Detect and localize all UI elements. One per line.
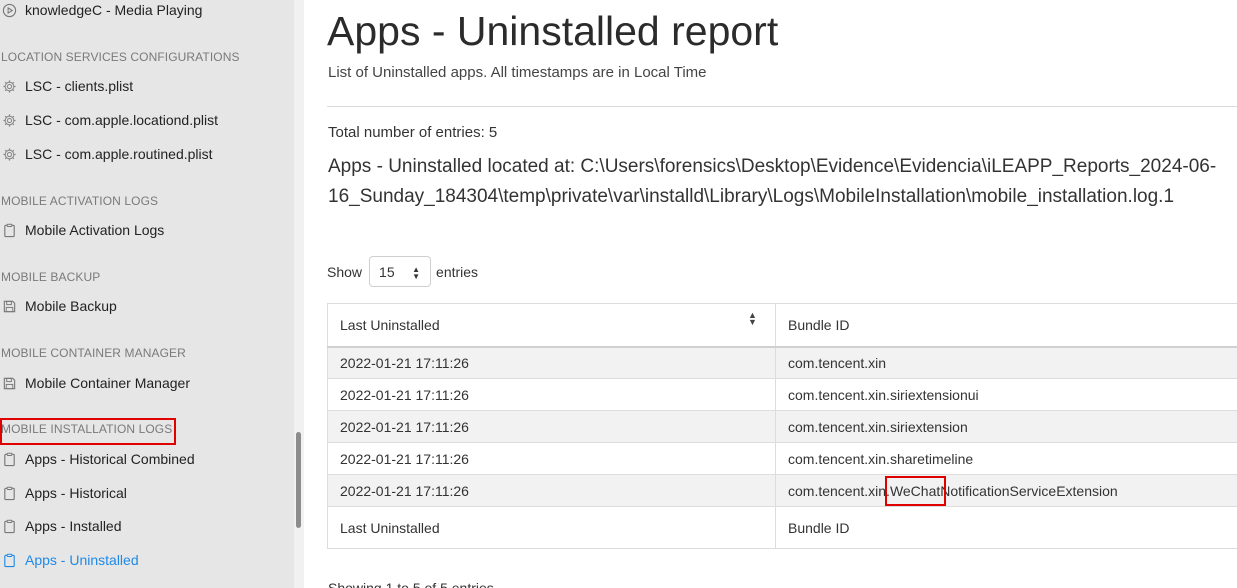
sidebar-scrollbar-thumb[interactable] [296,432,301,528]
sidebar-item-apps-historical[interactable]: Apps - Historical [0,482,127,504]
sidebar-item-mobile-backup[interactable]: Mobile Backup [0,295,117,317]
sidebar-item-label: LSC - clients.plist [25,78,134,94]
sidebar-item-label: Mobile Backup [25,298,117,314]
sidebar-item-knowledgec-media-playing[interactable]: knowledgeC - Media Playing [0,0,202,21]
clipboard-icon [1,222,17,238]
uninstalled-apps-table: Last Uninstalled ▲ ▼ Bundle ID 2022-01-21… [327,303,1237,549]
sidebar-item-label: Apps - Historical [25,485,127,501]
show-label: Show [327,263,363,280]
table-row: 2022-01-21 17:11:26 com.tencent.xin [327,346,1237,379]
sidebar-item-lsc-routined[interactable]: LSC - com.apple.routined.plist [0,143,213,165]
divider [327,106,1237,107]
highlight-box-wechat [885,476,946,506]
footer-last-uninstalled: Last Uninstalled [327,506,776,549]
page-size-value: 15 [379,263,395,280]
page-title: Apps - Uninstalled report [327,8,779,54]
cell-last-uninstalled: 2022-01-21 17:11:26 [327,474,776,507]
sidebar-item-mobile-activation-logs[interactable]: Mobile Activation Logs [0,219,164,241]
column-header-last-uninstalled[interactable]: Last Uninstalled ▲ ▼ [327,303,776,348]
report-page: knowledgeC - Media Playing LOCATION SERV… [0,0,1237,588]
sidebar-item-label: Apps - Historical Combined [25,451,195,467]
gear-icon [1,146,17,162]
highlight-box-heading [0,418,176,445]
cell-bundle-id: com.tencent.xin.WeChatNotificationServic… [775,474,1237,507]
cell-bundle-id: com.tencent.xin.siriextension [775,410,1237,443]
gear-icon [1,112,17,128]
cell-last-uninstalled: 2022-01-21 17:11:26 [327,346,776,379]
source-path: Apps - Uninstalled located at: C:\Users\… [328,156,1217,207]
sidebar-item-label: Apps - Installed [25,518,122,534]
sidebar: knowledgeC - Media Playing LOCATION SERV… [0,0,294,588]
clipboard-icon [1,451,17,467]
clipboard-icon [1,485,17,501]
sidebar-item-label: Mobile Container Manager [25,375,190,391]
sidebar-heading-mobile-activation-logs: MOBILE ACTIVATION LOGS [1,194,159,208]
entries-label: entries [436,263,479,280]
sidebar-heading-mobile-container-manager: MOBILE CONTAINER MANAGER [1,346,186,360]
sidebar-item-apps-historical-combined[interactable]: Apps - Historical Combined [0,448,195,470]
bundle-id-text: com.tencent.xin.WeChatNotificationServic… [788,482,1118,499]
play-circle-icon [1,2,17,18]
cell-last-uninstalled: 2022-01-21 17:11:26 [327,442,776,475]
sidebar-item-label: Mobile Activation Logs [25,222,165,238]
cell-bundle-id: com.tencent.xin [775,346,1237,379]
table-row: 2022-01-21 17:11:26 com.tencent.xin.siri… [327,378,1237,411]
total-entries: Total number of entries: 5 [328,124,498,141]
clipboard-icon [1,552,17,568]
save-icon [1,375,17,391]
sort-icon: ▲ ▼ [748,310,757,327]
page-subtitle: List of Uninstalled apps. All timestamps… [328,64,707,81]
sidebar-item-label: LSC - com.apple.locationd.plist [25,112,218,128]
save-icon [1,298,17,314]
sidebar-item-label: Apps - Uninstalled [25,552,139,568]
table-row: 2022-01-21 17:11:26 com.tencent.xin.siri… [327,410,1237,443]
sidebar-heading-mobile-backup: MOBILE BACKUP [1,270,101,284]
sidebar-item-mobile-container-manager[interactable]: Mobile Container Manager [0,372,190,394]
table-row: 2022-01-21 17:11:26 com.tencent.xin.WeCh… [327,474,1237,507]
sidebar-item-lsc-clients[interactable]: LSC - clients.plist [0,75,133,97]
cell-bundle-id: com.tencent.xin.siriextensionui [775,378,1237,411]
select-arrows-icon: ▲ ▼ [412,265,421,281]
gear-icon [1,78,17,94]
cell-last-uninstalled: 2022-01-21 17:11:26 [327,410,776,443]
sidebar-item-lsc-locationd[interactable]: LSC - com.apple.locationd.plist [0,109,218,131]
clipboard-icon [1,518,17,534]
sidebar-item-apps-uninstalled[interactable]: Apps - Uninstalled [0,549,139,571]
page-size-select[interactable]: 15 ▲ ▼ [369,256,432,287]
table-row: 2022-01-21 17:11:26 com.tencent.xin.shar… [327,442,1237,475]
cell-last-uninstalled: 2022-01-21 17:11:26 [327,378,776,411]
footer-bundle-id: Bundle ID [775,506,1237,549]
column-header-bundle-id[interactable]: Bundle ID [775,303,1237,348]
sidebar-item-apps-installed[interactable]: Apps - Installed [0,515,122,537]
sidebar-item-label: LSC - com.apple.routined.plist [25,146,213,162]
page-length-control: Show 15 ▲ ▼ entries [327,256,478,287]
cell-bundle-id: com.tencent.xin.sharetimeline [775,442,1237,475]
sidebar-heading-location-services: LOCATION SERVICES CONFIGURATIONS [1,50,240,64]
main-content: Apps - Uninstalled report List of Uninst… [327,0,1237,588]
table-info: Showing 1 to 5 of 5 entries [328,580,494,588]
sidebar-item-label: knowledgeC - Media Playing [25,2,203,18]
